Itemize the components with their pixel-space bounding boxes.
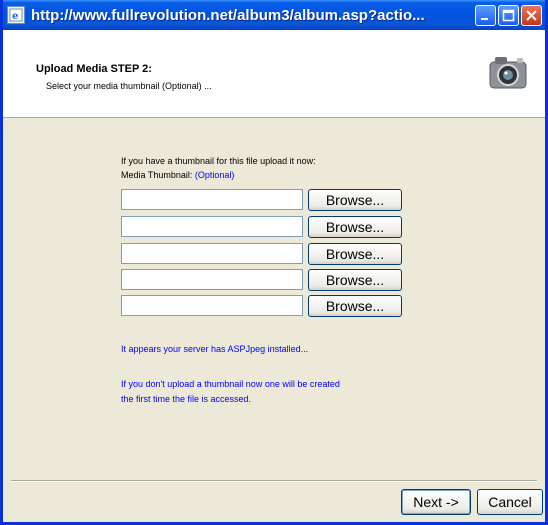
browse-button-3[interactable]: Browse... xyxy=(308,243,402,265)
aspjpeg-notice: It appears your server has ASPJpeg insta… xyxy=(121,344,309,354)
minimize-icon[interactable] xyxy=(475,4,496,26)
thumbnail-file-input-1[interactable] xyxy=(121,189,303,210)
svg-text:e: e xyxy=(12,11,18,22)
thumbnail-file-input-4[interactable] xyxy=(121,269,303,290)
browse-button-1[interactable]: Browse... xyxy=(308,189,402,211)
window-title: http://www.fullrevolution.net/album3/alb… xyxy=(31,6,425,24)
auto-thumbnail-notice: If you don't upload a thumbnail now one … xyxy=(121,377,340,407)
wizard-header: Upload Media STEP 2: Select your media t… xyxy=(3,30,545,118)
close-icon[interactable] xyxy=(521,4,542,26)
auto-thumbnail-notice-line-2: the first time the file is accessed. xyxy=(121,394,252,404)
intro-line: If you have a thumbnail for this file up… xyxy=(121,156,316,166)
camera-icon xyxy=(487,50,529,97)
step-title: Upload Media STEP 2: xyxy=(36,63,152,75)
field-label-line: Media Thumbnail: (Optional) xyxy=(121,168,316,182)
media-thumbnail-label: Media Thumbnail: xyxy=(121,170,193,180)
maximize-icon[interactable] xyxy=(498,4,519,26)
ie-page-icon: e xyxy=(7,6,25,24)
browse-button-5[interactable]: Browse... xyxy=(308,295,402,317)
browse-button-2[interactable]: Browse... xyxy=(308,216,402,238)
thumbnail-file-input-3[interactable] xyxy=(121,243,303,264)
optional-link[interactable]: (Optional) xyxy=(195,170,235,180)
cancel-button[interactable]: Cancel xyxy=(477,489,543,515)
footer-divider xyxy=(11,480,537,482)
step-subtitle: Select your media thumbnail (Optional) .… xyxy=(46,81,212,91)
thumbnail-file-input-5[interactable] xyxy=(121,295,303,316)
title-bar[interactable]: e http://www.fullrevolution.net/album3/a… xyxy=(3,0,545,30)
dialog-window: e http://www.fullrevolution.net/album3/a… xyxy=(0,0,548,525)
thumbnail-file-input-2[interactable] xyxy=(121,216,303,237)
upload-intro: If you have a thumbnail for this file up… xyxy=(121,154,316,182)
next-button[interactable]: Next -> xyxy=(401,489,471,515)
auto-thumbnail-notice-line-1: If you don't upload a thumbnail now one … xyxy=(121,379,340,389)
browse-button-4[interactable]: Browse... xyxy=(308,269,402,291)
